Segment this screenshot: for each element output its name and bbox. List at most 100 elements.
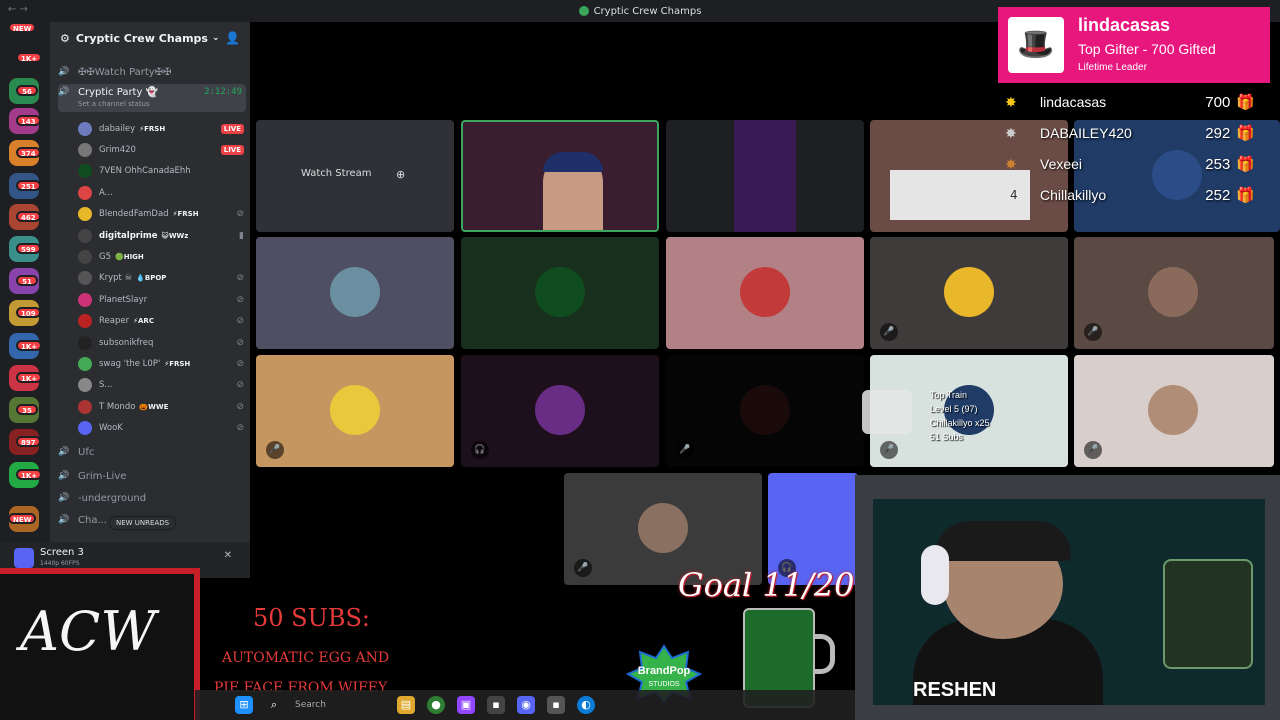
- user-name: Reaper: [99, 316, 130, 327]
- avatar: [1148, 267, 1198, 317]
- mic-muted-icon: 🎤: [1084, 323, 1102, 341]
- close-icon[interactable]: ✕: [224, 550, 232, 561]
- voice-user[interactable]: S... ⊘: [78, 375, 244, 396]
- user-tag: ⚡FRSH: [139, 124, 166, 133]
- mic-muted-icon: 🎤: [676, 441, 694, 459]
- server-badge: 51: [16, 275, 38, 286]
- top-gifter-alert: 🎩 lindacasas Top Gifter - 700 Gifted Lif…: [998, 7, 1270, 83]
- voice-user[interactable]: 7VEN OhhCanadaEhh: [78, 161, 244, 182]
- channel-watch-party[interactable]: 🔊 ✠✠Watch Party✠✠: [58, 62, 246, 82]
- user-tile[interactable]: [461, 237, 659, 349]
- server-badge: 251: [16, 180, 41, 191]
- watch-stream-button[interactable]: Watch Stream: [301, 168, 372, 179]
- channel-timer: 2:12:49: [204, 87, 242, 97]
- train-icon: [862, 390, 912, 434]
- goal-text: Goal 11/20: [678, 566, 855, 604]
- app-icon[interactable]: ▪: [547, 696, 565, 714]
- headphones: [921, 545, 949, 605]
- server-badge: 897: [16, 436, 41, 447]
- screen-share-subtitle: 1440p 60FPS: [40, 560, 80, 567]
- voice-user[interactable]: swag 'the L0P' ⚡FRSH ⊘: [78, 353, 244, 374]
- edge-icon[interactable]: ◐: [577, 696, 595, 714]
- voice-user[interactable]: digitalprime 😺WWz ▮: [78, 225, 244, 246]
- voice-user[interactable]: A...: [78, 182, 244, 203]
- voice-user[interactable]: WooK ⊘: [78, 418, 244, 439]
- user-name: BlendedFamDad: [99, 209, 169, 220]
- avatar: [78, 142, 92, 157]
- avatar: [740, 385, 790, 435]
- leaderboard-name: Chillakillyo: [1040, 187, 1107, 203]
- popout-icon[interactable]: ⊕: [396, 168, 405, 181]
- streamer-webcam: RESHEN: [855, 475, 1280, 720]
- stream-tile-purple[interactable]: [666, 120, 864, 232]
- user-tile[interactable]: 🎤: [256, 355, 454, 467]
- taskbar-search[interactable]: Search: [295, 700, 391, 710]
- stream-tile-watch[interactable]: Watch Stream ⊕: [256, 120, 454, 232]
- channel-underground[interactable]: 🔊 -underground: [58, 488, 246, 508]
- gold-star-icon: ✸: [1005, 93, 1017, 110]
- server-icon: [578, 6, 589, 16]
- user-tile[interactable]: 🎤: [1074, 355, 1274, 467]
- mic-muted-icon: ⊘: [236, 337, 244, 348]
- channel-cryptic-party[interactable]: 🔊 Cryptic Party 👻 2:12:49 Set a channel …: [58, 84, 246, 112]
- voice-user[interactable]: subsonikfreq ⊘: [78, 332, 244, 353]
- user-tile[interactable]: 🎤: [870, 237, 1068, 349]
- windows-taskbar: ⊞ ⌕ Search ▤ ● ▣ ▪ ◉ ▪ ◐: [195, 690, 855, 720]
- speaker-icon: 🔊: [58, 447, 70, 457]
- user-tile[interactable]: 🎤: [1074, 237, 1274, 349]
- user-tile[interactable]: 🎤: [666, 355, 864, 467]
- voice-user[interactable]: G5 🟢HIGH: [78, 246, 244, 267]
- server-header[interactable]: ⚙ Cryptic Crew Champs ⌄ 👤: [50, 22, 250, 54]
- add-member-icon[interactable]: 👤: [225, 31, 240, 45]
- new-unreads-pill[interactable]: NEW UNREADS: [110, 517, 176, 529]
- alert-line3: Lifetime Leader: [1078, 62, 1147, 73]
- voice-user[interactable]: Reaper ⚡ARC ⊘: [78, 311, 244, 332]
- nav-arrows-icon[interactable]: ← →: [8, 4, 28, 15]
- voice-user[interactable]: dabailey ⚡FRSH LIVE: [78, 118, 244, 139]
- user-tag: ⚡ARC: [133, 317, 154, 326]
- mic-muted-icon: 🎤: [266, 441, 284, 459]
- twitch-icon[interactable]: ▣: [457, 696, 475, 714]
- camera-icon: ▮: [239, 230, 244, 241]
- deafened-icon: 🎧: [471, 441, 489, 459]
- train-line: Chillakillyo x25: [930, 418, 990, 428]
- avatar: [78, 185, 92, 200]
- channel-status[interactable]: Set a channel status: [78, 100, 150, 108]
- voice-user[interactable]: PlanetSlayr ⊘: [78, 289, 244, 310]
- file-explorer-icon[interactable]: ▤: [397, 696, 415, 714]
- alert-name: lindacasas: [1078, 15, 1171, 35]
- mic-muted-icon: 🎤: [880, 323, 898, 341]
- avatar: [78, 249, 92, 264]
- silver-star-icon: ✸: [1005, 124, 1017, 141]
- avatar: [944, 267, 994, 317]
- channel-label: Cha...: [78, 514, 107, 526]
- webcam-cap: [543, 152, 603, 172]
- voice-user[interactable]: Krypt ☠ 💧BPOP ⊘: [78, 268, 244, 289]
- stream-tile-webcam-speaking[interactable]: [461, 120, 659, 232]
- discord-icon[interactable]: ◉: [517, 696, 535, 714]
- channel-ufc[interactable]: 🔊 Ufc: [58, 442, 246, 462]
- voice-user[interactable]: T Mondo 🎃WWE ⊘: [78, 396, 244, 417]
- app-icon[interactable]: ▪: [487, 696, 505, 714]
- windows-start-icon[interactable]: ⊞: [235, 696, 253, 714]
- leaderboard-row: ✸ DABAILEY420 292 🎁: [1005, 119, 1265, 147]
- avatar: [78, 335, 92, 350]
- user-tile[interactable]: [666, 237, 864, 349]
- server-badge: 56: [16, 85, 38, 96]
- voice-user[interactable]: BlendedFamDad ⚡FRSH ⊘: [78, 204, 244, 225]
- search-icon[interactable]: ⌕: [265, 696, 283, 714]
- svg-text:BrandPop: BrandPop: [638, 665, 691, 677]
- speaker-icon: 🔊: [58, 67, 70, 77]
- user-name: S...: [99, 380, 113, 391]
- train-line: Level 5 (97): [930, 404, 978, 414]
- train-line: 51 Subs: [930, 432, 964, 442]
- chrome-icon[interactable]: ●: [427, 696, 445, 714]
- voice-user[interactable]: Grim420 LIVE: [78, 139, 244, 160]
- acw-logo: ACW: [20, 600, 156, 663]
- championship-belt: [1163, 559, 1253, 669]
- user-name: Grim420: [99, 144, 136, 155]
- user-tile[interactable]: 🎧: [461, 355, 659, 467]
- user-tile[interactable]: [256, 237, 454, 349]
- avatar: [1148, 385, 1198, 435]
- channel-grim-live[interactable]: 🔊 Grim-Live: [58, 466, 246, 486]
